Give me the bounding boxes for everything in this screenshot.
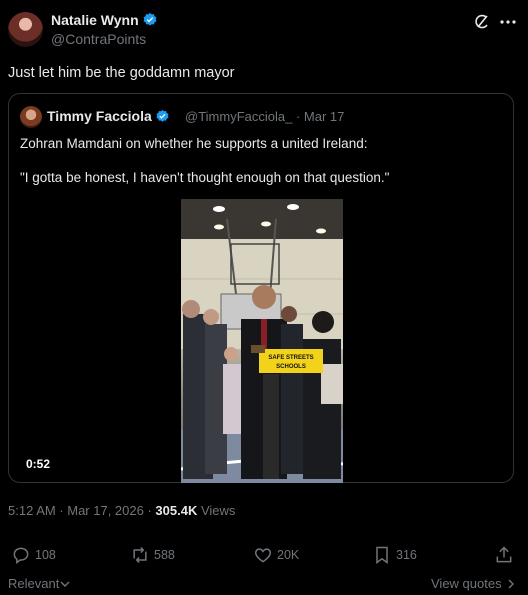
bookmark-icon [376,546,388,564]
grok-icon[interactable] [474,14,490,30]
view-quotes-link[interactable]: View quotes [431,576,516,591]
views-label: Views [197,503,236,518]
views-count: 305.4K [155,503,198,518]
post-meta: 5:12 AM · Mar 17, 2026 · 305.4K Views [8,503,235,518]
quote-author-name-row[interactable]: Timmy Facciola [47,108,170,124]
reply-button[interactable]: 108 [11,545,56,565]
bookmark-button[interactable]: 316 [372,545,417,565]
repost-icon [133,546,147,564]
author-avatar[interactable] [8,12,43,47]
reply-icon [13,547,29,564]
quote-author-name[interactable]: Timmy Facciola [47,108,152,124]
author-name[interactable]: Natalie Wynn [51,12,139,28]
view-quotes-label: View quotes [431,576,502,591]
share-icon [496,546,512,563]
bookmark-count: 316 [396,548,417,562]
like-button[interactable]: 20K [253,545,299,565]
chevron-right-icon [508,579,514,589]
verified-badge-icon [156,109,169,122]
video-duration: 0:52 [26,457,51,471]
sort-label: Relevant [8,576,60,591]
podium-sign-line1: SAFE STREETS [268,355,313,361]
author-name-row[interactable]: Natalie Wynn [51,12,158,28]
post-timestamp[interactable]: 5:12 AM · Mar 17, 2026 · [8,503,155,518]
podium-sign-line2: SCHOOLS [276,364,306,370]
quote-handle-date: @TimmyFacciola_ · Mar 17 [185,109,345,124]
repost-button[interactable]: 588 [130,545,175,565]
chevron-down-icon [60,581,70,587]
sort-dropdown[interactable]: Relevant [8,576,70,591]
quote-text-line2: "I gotta be honest, I haven't thought en… [20,170,390,185]
like-icon [254,548,272,563]
post-text: Just let him be the goddamn mayor [8,65,235,81]
verified-badge-icon [143,13,157,26]
reply-count: 108 [35,548,56,562]
more-icon[interactable] [499,14,517,30]
action-bar: 108 588 20K 316 [0,545,528,569]
quote-text-line1: Zohran Mamdani on whether he supports a … [20,136,368,151]
share-button[interactable] [494,545,514,565]
quote-avatar[interactable] [20,106,42,128]
quoted-post[interactable]: Timmy Facciola @TimmyFacciola_ · Mar 17 … [8,93,514,483]
video-frame: SAFE STREETS SCHOOLS [181,199,343,483]
repost-count: 588 [154,548,175,562]
video-player[interactable]: SAFE STREETS SCHOOLS [181,199,343,483]
author-handle[interactable]: @ContraPoints [51,31,146,47]
like-count: 20K [277,548,300,562]
